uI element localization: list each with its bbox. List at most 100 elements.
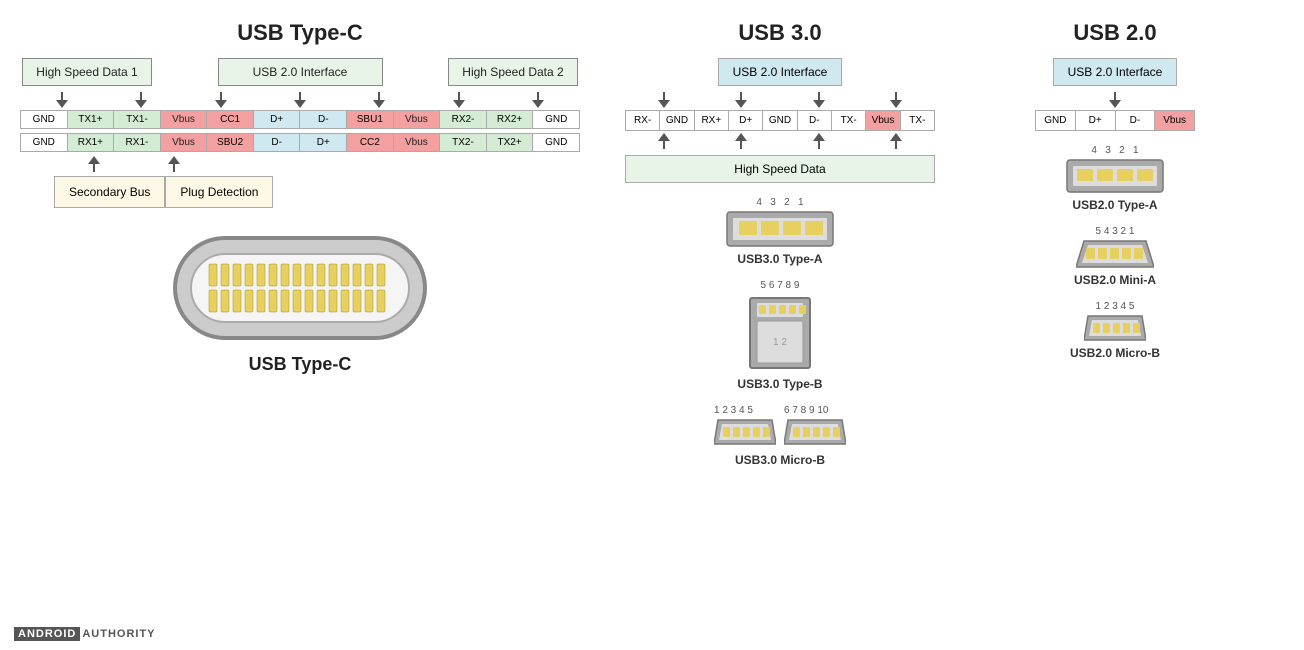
usb30-arrow-3 — [813, 92, 825, 108]
usb30-typeb-svg: 1 2 — [745, 293, 815, 373]
pin-rx1p: RX1+ — [67, 134, 114, 152]
usb30-typea-connector: 4 3 2 1 USB3.0 Type-A — [600, 197, 960, 266]
typec-title: USB Type-C — [20, 20, 580, 46]
usb20-pin-gnd: GND — [1036, 111, 1076, 130]
usb20-minia-label: USB2.0 Mini-A — [1074, 273, 1156, 287]
usb30-typea-svg — [725, 210, 835, 248]
usb30-pin-gnd1: GND — [660, 111, 694, 130]
pin-sbu1: SBU1 — [347, 111, 394, 129]
usb20-top: USB 2.0 Interface GND D+ D- Vbus — [976, 58, 1254, 131]
usb30-arrow-up-3 — [813, 133, 825, 149]
usb20-microb-connector: 1 2 3 4 5 USB2.0 Micro-B — [976, 301, 1254, 360]
typec-connector-label: USB Type-C — [249, 354, 352, 375]
pin-dp-1: D+ — [253, 111, 300, 129]
usb30-pin-dp: D+ — [729, 111, 763, 130]
usb30-section: USB 3.0 USB 2.0 Interface RX- GND RX+ D+ — [590, 10, 970, 640]
typec-connector-svg — [165, 228, 435, 348]
pin-cc1: CC1 — [207, 111, 254, 129]
pin-tx2m: TX2- — [440, 134, 487, 152]
arrow-usb20-3 — [373, 92, 385, 108]
usb30-inner: USB 2.0 Interface RX- GND RX+ D+ GND D- … — [600, 58, 960, 183]
pin-gnd-1: GND — [21, 111, 68, 129]
typec-hsd2-box: High Speed Data 2 — [448, 58, 578, 86]
usb30-pin-rxp: RX+ — [695, 111, 729, 130]
usb30-arrow-up-1 — [658, 133, 670, 149]
usb30-typeb-label: USB3.0 Type-B — [737, 377, 822, 391]
pin-rx1m: RX1- — [114, 134, 161, 152]
usb30-pin-row: RX- GND RX+ D+ GND D- TX- Vbus TX- — [625, 110, 935, 131]
usb20-pin-dp: D+ — [1076, 111, 1116, 130]
usb20-arrow-down — [1109, 92, 1121, 108]
typec-hsd1-box: High Speed Data 1 — [22, 58, 152, 86]
pin-rx2m: RX2- — [440, 111, 487, 129]
usb30-if-box: USB 2.0 Interface — [718, 58, 843, 86]
usb20-pin-dm: D- — [1116, 111, 1156, 130]
usb20-typea-numbers: 4 3 2 1 — [1091, 145, 1138, 156]
plug-detection-box: Plug Detection — [165, 176, 273, 208]
watermark-text: AUTHORITY — [82, 628, 155, 640]
usb20-typea-connector: 4 3 2 1 USB2.0 Type-A — [976, 145, 1254, 212]
pin-vbus-4: Vbus — [393, 134, 440, 152]
usb30-hsd-box: High Speed Data — [625, 155, 935, 183]
secondary-bus-box: Secondary Bus — [54, 176, 165, 208]
watermark-brand: ANDROID — [14, 627, 80, 641]
usb30-microb-svg2 — [784, 418, 846, 446]
usb30-arrow-up-2 — [735, 133, 747, 149]
usb20-minia-connector: 5 4 3 2 1 USB2.0 Mini-A — [976, 226, 1254, 287]
arrow-hsd2-2 — [532, 92, 544, 108]
usb30-arrow-2 — [735, 92, 747, 108]
svg-text:1 2: 1 2 — [773, 337, 787, 348]
arrow-usb20-2 — [294, 92, 306, 108]
typec-pin-row2: GND RX1+ RX1- Vbus SBU2 D- D+ CC2 Vbus T… — [20, 133, 580, 152]
pin-rx2p: RX2+ — [486, 111, 533, 129]
pin-dm-2: D- — [253, 134, 300, 152]
main-container: USB Type-C High Speed Data 1 USB 2.0 Int… — [0, 0, 1304, 650]
pin-vbus-1: Vbus — [160, 111, 207, 129]
pin-gnd-4: GND — [533, 134, 580, 152]
usb30-arrow-4 — [890, 92, 902, 108]
typec-section: USB Type-C High Speed Data 1 USB 2.0 Int… — [10, 10, 590, 640]
usb30-pin-txp: TX- — [901, 111, 934, 130]
arrow-up-secondary — [88, 156, 100, 172]
pin-vbus-2: Vbus — [393, 111, 440, 129]
usb20-microb-label: USB2.0 Micro-B — [1070, 346, 1160, 360]
usb30-microb-svg1 — [714, 418, 776, 446]
pin-gnd-3: GND — [21, 134, 68, 152]
arrow-up-plug — [168, 156, 180, 172]
usb30-microb-label: USB3.0 Micro-B — [735, 453, 825, 467]
pin-gnd-2: GND — [533, 111, 580, 129]
usb20-minia-svg — [1076, 239, 1154, 269]
pin-dm-1: D- — [300, 111, 347, 129]
pin-tx1m: TX1- — [114, 111, 161, 129]
usb30-arrow-up-4 — [890, 133, 902, 149]
usb30-pin-dm: D- — [798, 111, 832, 130]
arrow-hsd1-1 — [56, 92, 68, 108]
pin-cc2: CC2 — [347, 134, 394, 152]
arrow-hsd2-1 — [453, 92, 465, 108]
usb20-if-box: USB 2.0 Interface — [1053, 58, 1178, 86]
usb30-microb-numbers2: 6 7 8 9 10 — [784, 405, 846, 416]
pin-vbus-3: Vbus — [160, 134, 207, 152]
usb20-section: USB 2.0 USB 2.0 Interface GND D+ D- Vbus… — [970, 10, 1260, 640]
usb20-typea-svg — [1065, 158, 1165, 194]
pin-dp-2: D+ — [300, 134, 347, 152]
usb30-typeb-connector: 5 6 7 8 9 1 2 USB3.0 Type-B — [600, 280, 960, 391]
typec-pin-row1: GND TX1+ TX1- Vbus CC1 D+ D- SBU1 Vbus R… — [20, 110, 580, 129]
usb30-typea-label: USB3.0 Type-A — [737, 252, 822, 266]
usb20-microb-svg — [1084, 314, 1146, 342]
usb30-typeb-numbers: 5 6 7 8 9 — [761, 280, 800, 291]
usb30-arrow-1 — [658, 92, 670, 108]
usb30-pin-rxm: RX- — [626, 111, 660, 130]
usb30-microb-connector: 1 2 3 4 5 6 7 8 9 10 — [600, 405, 960, 467]
usb20-minia-numbers: 5 4 3 2 1 — [1096, 226, 1135, 237]
arrow-usb20-1 — [215, 92, 227, 108]
usb30-pin-txm: TX- — [832, 111, 866, 130]
usb30-pin-gnd2: GND — [763, 111, 797, 130]
pin-tx2p: TX2+ — [486, 134, 533, 152]
typec-connector-area: USB Type-C — [20, 228, 580, 375]
usb20-title: USB 2.0 — [976, 20, 1254, 46]
usb20-typea-label: USB2.0 Type-A — [1072, 198, 1157, 212]
usb30-typea-numbers: 4 3 2 1 — [756, 197, 803, 208]
typec-usb20-box: USB 2.0 Interface — [218, 58, 383, 86]
usb20-pin-row: GND D+ D- Vbus — [1035, 110, 1195, 131]
